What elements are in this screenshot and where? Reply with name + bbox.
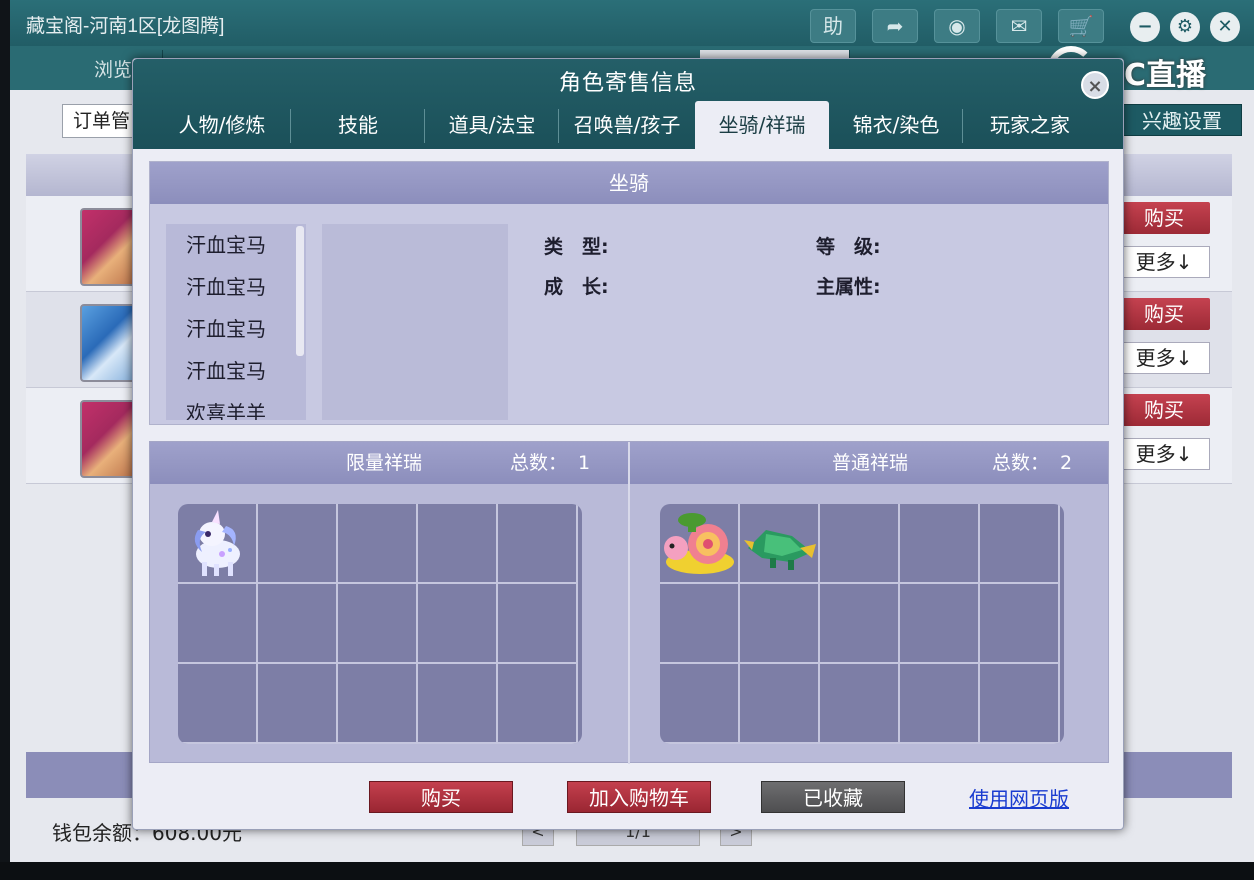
grid-slot[interactable]: [980, 664, 1060, 744]
growth-label: 成 长:: [544, 276, 609, 298]
dialog-title: 角色寄售信息: [558, 71, 697, 96]
grid-slot[interactable]: [980, 584, 1060, 664]
mount-panel-heading: 坐骑: [150, 162, 1108, 204]
grid-slot[interactable]: [178, 584, 258, 664]
tab-items[interactable]: 道具/法宝: [425, 101, 559, 149]
grid-slot[interactable]: [660, 584, 740, 664]
row-buy-button[interactable]: 购买: [1118, 298, 1210, 330]
grid-slot[interactable]: [820, 664, 900, 744]
grid-slot[interactable]: [258, 504, 338, 584]
close-window-icon[interactable]: ✕: [1210, 12, 1240, 42]
grid-slot[interactable]: [418, 584, 498, 664]
grid-slot[interactable]: [338, 504, 418, 584]
list-item[interactable]: 汗血宝马: [166, 350, 306, 392]
snail-pet-icon[interactable]: [662, 510, 738, 580]
list-item[interactable]: 汗血宝马: [166, 308, 306, 350]
mount-panel: 坐骑 汗血宝马 汗血宝马 汗血宝马 汗血宝马 欢喜羊羊 类 型: 成 长: 等 …: [149, 161, 1109, 425]
title-bar: 藏宝阁-河南1区[龙图腾] 助 ➦ ◉ ✉ 🛒 − ⚙ ✕: [10, 0, 1254, 46]
turtle-pet-icon[interactable]: [742, 518, 818, 578]
mount-preview: [322, 224, 508, 420]
tab-outfits[interactable]: 锦衣/染色: [829, 101, 963, 149]
record-icon[interactable]: ◉: [934, 9, 980, 43]
grid-slot[interactable]: [740, 664, 820, 744]
settings-gear-icon[interactable]: ⚙: [1170, 12, 1200, 42]
type-label: 类 型:: [544, 236, 609, 258]
limited-heading-bar: 限量祥瑞 总数： 1: [150, 442, 628, 484]
grid-slot[interactable]: [498, 504, 578, 584]
row-buy-button[interactable]: 购买: [1118, 394, 1210, 426]
main-attribute-label: 主属性:: [816, 276, 881, 298]
column-divider: [628, 442, 630, 764]
row-more-button[interactable]: 更多↓: [1118, 246, 1210, 278]
help-button[interactable]: 助: [810, 9, 856, 43]
grid-slot[interactable]: [258, 584, 338, 664]
level-label: 等 级:: [816, 236, 881, 258]
row-more-button[interactable]: 更多↓: [1118, 342, 1210, 374]
chat-icon[interactable]: ✉: [996, 9, 1042, 43]
normal-heading: 普通祥瑞: [832, 452, 909, 474]
close-icon[interactable]: ×: [1081, 71, 1109, 99]
grid-slot[interactable]: [498, 584, 578, 664]
tab-player-home[interactable]: 玩家之家: [963, 101, 1097, 149]
limited-total: 1: [578, 452, 591, 474]
favorited-button[interactable]: 已收藏: [761, 781, 905, 813]
grid-slot[interactable]: [178, 664, 258, 744]
row-buy-button[interactable]: 购买: [1118, 202, 1210, 234]
grid-slot[interactable]: [900, 504, 980, 584]
grid-slot[interactable]: [900, 664, 980, 744]
grid-slot[interactable]: [418, 504, 498, 584]
window-title: 藏宝阁-河南1区[龙图腾]: [26, 16, 225, 37]
grid-slot[interactable]: [498, 664, 578, 744]
screen-bottom-strip: [0, 862, 1254, 880]
tab-pets[interactable]: 召唤兽/孩子: [559, 101, 695, 149]
share-icon[interactable]: ➦: [872, 9, 918, 43]
limited-pets-grid: [178, 504, 582, 744]
grid-slot[interactable]: [980, 504, 1060, 584]
list-item[interactable]: 汗血宝马: [166, 266, 306, 308]
limited-total-label: 总数：: [510, 452, 568, 474]
tab-mounts[interactable]: 坐骑/祥瑞: [695, 101, 829, 149]
row-more-button[interactable]: 更多↓: [1118, 438, 1210, 470]
grid-slot[interactable]: [338, 664, 418, 744]
grid-slot[interactable]: [338, 584, 418, 664]
grid-slot[interactable]: [660, 664, 740, 744]
mount-list-scrollbar[interactable]: [296, 226, 304, 356]
minimize-icon[interactable]: −: [1130, 12, 1160, 42]
normal-heading-bar: 普通祥瑞 总数： 2: [630, 442, 1108, 484]
limited-heading: 限量祥瑞: [346, 452, 423, 474]
tab-skills[interactable]: 技能: [291, 101, 425, 149]
unicorn-pet-icon[interactable]: [182, 508, 254, 580]
normal-pets-grid: [660, 504, 1064, 744]
list-item[interactable]: 欢喜羊羊: [166, 392, 306, 420]
interest-settings-button[interactable]: 兴趣设置: [1122, 104, 1242, 136]
grid-slot[interactable]: [258, 664, 338, 744]
grid-slot[interactable]: [820, 584, 900, 664]
grid-slot[interactable]: [820, 504, 900, 584]
grid-slot[interactable]: [418, 664, 498, 744]
role-sale-info-dialog: 角色寄售信息 × 人物/修炼 技能 道具/法宝 召唤兽/孩子 坐骑/祥瑞 锦衣/…: [132, 58, 1124, 830]
list-item[interactable]: 汗血宝马: [166, 224, 306, 266]
normal-total-label: 总数：: [992, 452, 1050, 474]
mount-list[interactable]: 汗血宝马 汗血宝马 汗血宝马 汗血宝马 欢喜羊羊: [166, 224, 306, 420]
add-to-cart-button[interactable]: 加入购物车: [567, 781, 711, 813]
normal-total: 2: [1060, 452, 1073, 474]
grid-slot[interactable]: [900, 584, 980, 664]
buy-button[interactable]: 购买: [369, 781, 513, 813]
tab-character[interactable]: 人物/修炼: [153, 101, 291, 149]
use-web-version-link[interactable]: 使用网页版: [969, 783, 1069, 812]
auspicious-pets-area: 限量祥瑞 总数： 1 普通祥瑞 总数： 2: [149, 441, 1109, 764]
grid-slot[interactable]: [740, 584, 820, 664]
dialog-header: 角色寄售信息 × 人物/修炼 技能 道具/法宝 召唤兽/孩子 坐骑/祥瑞 锦衣/…: [133, 59, 1123, 149]
cart-icon[interactable]: 🛒: [1058, 9, 1104, 43]
